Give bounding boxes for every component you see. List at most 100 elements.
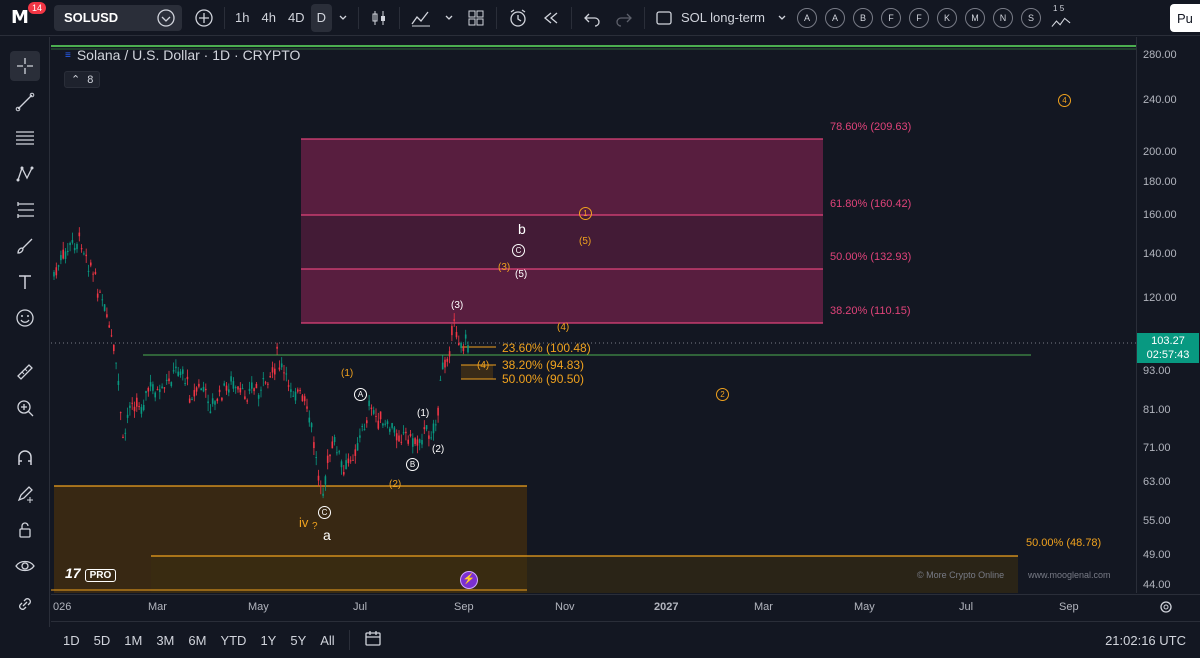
time-label: 2027 [654,601,679,613]
pattern-icon[interactable] [10,159,40,189]
candle-body [361,425,363,427]
indicators-dropdown[interactable] [438,4,460,32]
emoji-icon[interactable] [10,303,40,333]
candle-body [119,412,122,414]
candle-body [414,438,416,445]
candle-body [329,454,331,457]
interval-4d[interactable]: 4D [282,4,311,32]
candle-body [439,379,442,381]
compare-icon[interactable] [156,8,176,28]
eye-icon[interactable] [10,551,40,581]
price-label: 120.00 [1143,292,1177,304]
interval-1d[interactable]: D [310,3,332,32]
letter-button-f2[interactable]: F [909,7,930,28]
alarm-clock-icon [510,8,526,27]
draw-mode-icon[interactable] [10,479,40,509]
candle-body [425,425,428,430]
range-ytd[interactable]: YTD [220,633,246,648]
text-tool-icon[interactable] [10,267,40,297]
replay-button[interactable] [535,4,567,32]
candle-body [205,388,207,391]
chart-legend[interactable]: ≡ Solana / U.S. Dollar · 1D · CRYPTO [65,47,300,63]
divider [398,6,400,29]
interval-1h[interactable]: 1h [229,4,255,32]
brush-icon[interactable] [10,231,40,261]
interval-dropdown[interactable] [332,4,354,32]
lightning-icon[interactable]: ⚡ [460,571,478,589]
letter-button-m[interactable]: M [965,7,986,28]
publish-button[interactable]: Pu [1170,4,1200,32]
range-6m[interactable]: 6M [188,633,206,648]
chart-type-button[interactable] [363,4,395,32]
candle-body [184,382,186,384]
lower-fib-zone[interactable] [151,556,1018,593]
candle-body [368,400,370,407]
fib-tool-icon[interactable] [10,195,40,225]
trend-line-icon[interactable] [10,87,40,117]
layout-button[interactable]: SOL long-term [649,4,771,32]
candle-body [409,434,412,436]
candle-body [271,367,274,373]
utc-clock[interactable]: 21:02:16 UTC [1105,633,1186,648]
candle-body [464,334,467,339]
candle-body [462,347,465,352]
app-logo[interactable]: M 14 [0,0,47,36]
time-axis[interactable]: 026 Mar May Jul Sep Nov 2027 Mar May Jul… [51,594,1200,620]
parallel-lines-icon[interactable] [10,123,40,153]
letter-button-f1[interactable]: F [881,7,902,28]
date-range-button[interactable] [364,629,382,652]
range-5d[interactable]: 5D [94,633,111,648]
alerts-count-button[interactable]: 1 5 [1045,4,1077,32]
ruler-icon[interactable] [10,357,40,387]
letter-button-n[interactable]: N [993,7,1014,28]
candle-body [193,390,196,397]
range-3m[interactable]: 3M [156,633,174,648]
range-all[interactable]: All [320,633,334,648]
templates-button[interactable] [460,4,492,32]
tradingview-logo[interactable]: 17 PRO [65,565,117,582]
axis-settings-icon[interactable] [1158,599,1174,620]
add-symbol-button[interactable] [188,4,220,32]
range-1d[interactable]: 1D [63,633,80,648]
letter-button-a2[interactable]: A [825,7,846,28]
current-price: 103.27 [1151,335,1185,347]
wave-label-a: a [323,527,331,543]
letter-button-s[interactable]: S [1021,7,1042,28]
alert-button[interactable] [501,4,535,32]
zoom-in-icon[interactable] [10,393,40,423]
candle-body [138,406,140,408]
magnet-icon[interactable] [10,443,40,473]
range-5y[interactable]: 5Y [290,633,306,648]
grid-icon [468,10,484,25]
crosshair-icon[interactable] [10,51,40,81]
candle-body [255,383,258,389]
candle-body [103,304,106,311]
candle-body [115,362,117,364]
candle-body [405,431,407,434]
candle-body [372,410,375,414]
interval-4h[interactable]: 4h [255,4,281,32]
watermark-right: www.mooglenal.com [1028,570,1111,580]
indicators-toggle[interactable]: ⌃ 8 [64,71,101,88]
chart-pane[interactable]: ≡ Solana / U.S. Dollar · 1D · CRYPTO ⌃ 8… [51,37,1136,593]
range-1m[interactable]: 1M [124,633,142,648]
chart-canvas[interactable] [51,37,1136,593]
wave-label-w2: (2) [432,444,445,455]
price-label: 49.00 [1143,549,1171,561]
price-axis[interactable]: 280.00 240.00 200.00 180.00 160.00 140.0… [1136,37,1200,593]
candle-body [354,449,357,456]
letter-button-k[interactable]: K [937,7,958,28]
symbol-search[interactable]: SOLUSD [54,4,182,31]
letter-button-b[interactable]: B [853,7,874,28]
candle-body [418,439,421,443]
letter-button-a1[interactable]: A [797,7,818,28]
lock-icon[interactable] [10,515,40,545]
layout-dropdown[interactable] [771,4,793,32]
redo-button[interactable] [608,4,640,32]
link-icon[interactable] [10,589,40,619]
undo-button[interactable] [576,4,608,32]
indicators-button[interactable] [404,4,438,32]
candle-body [299,389,301,391]
range-1y[interactable]: 1Y [260,633,276,648]
candle-body [101,299,104,301]
